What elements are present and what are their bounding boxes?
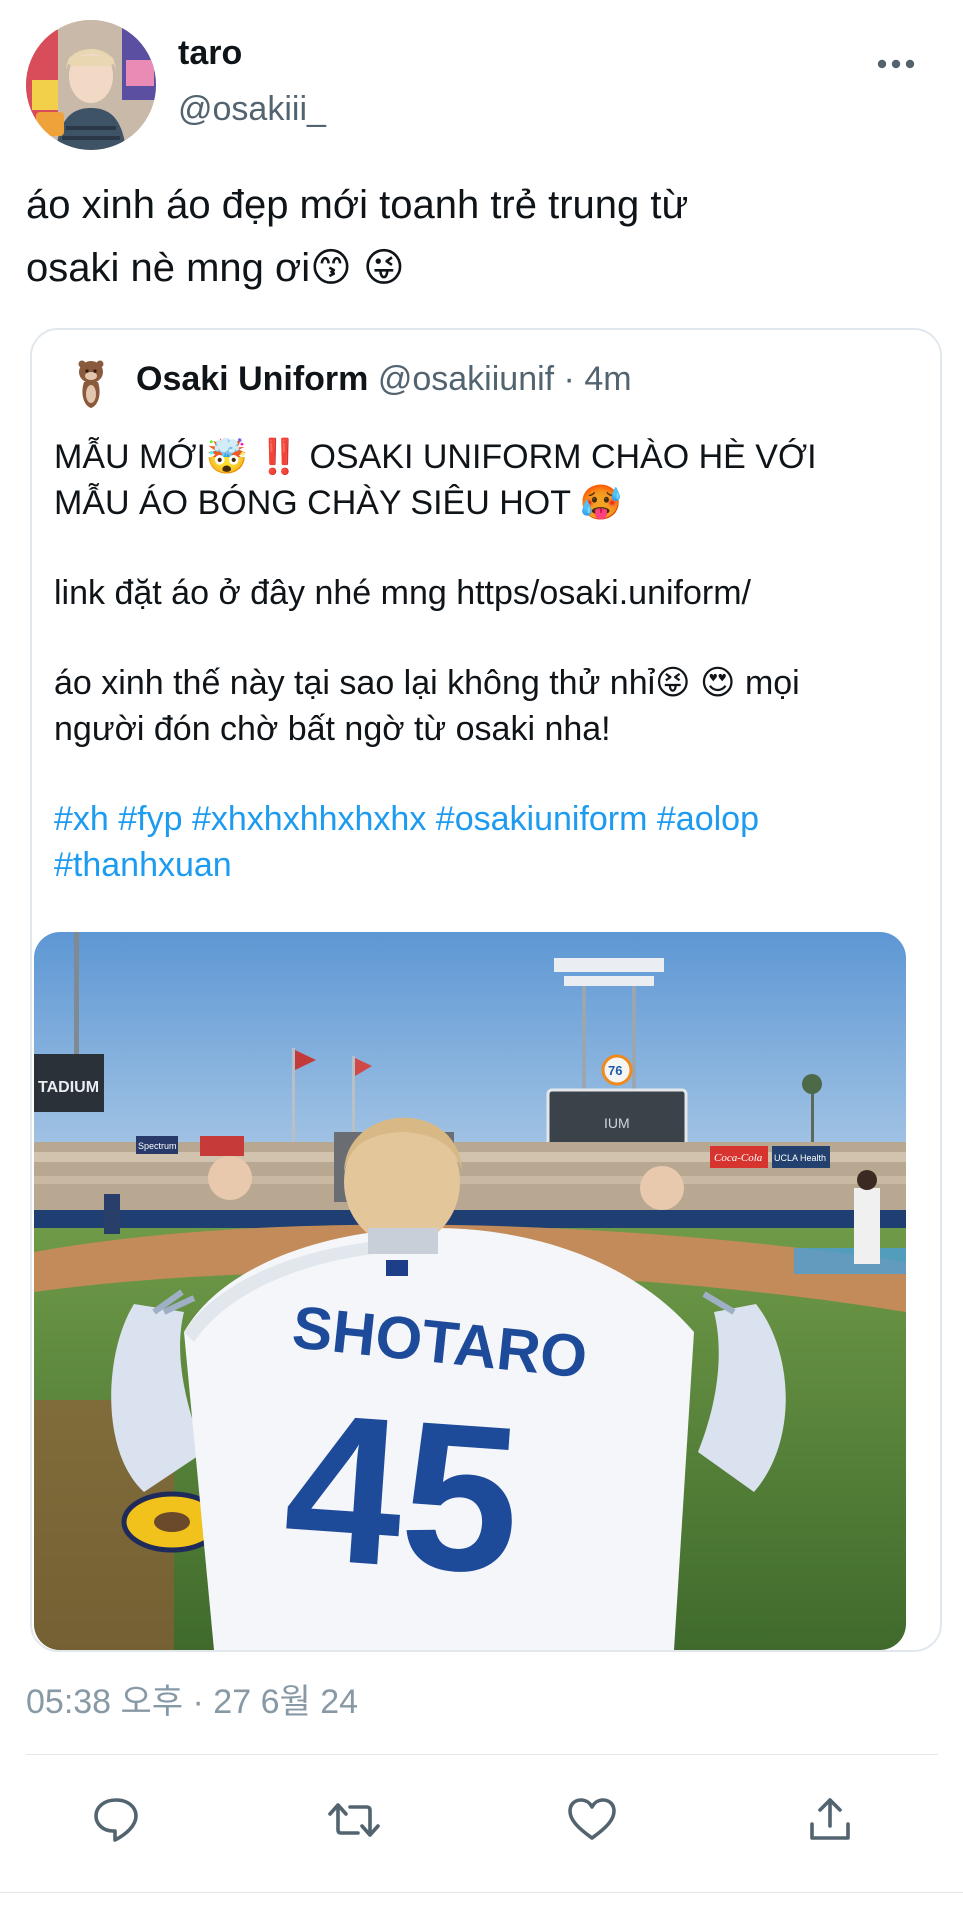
quoted-author-avatar[interactable] (62, 354, 120, 412)
quoted-line: áo xinh thế này tại sao lại không thử nh… (54, 664, 800, 702)
tweet-text-line: áo xinh áo đẹp mới toanh trẻ trung từ (26, 183, 689, 227)
reply-icon[interactable] (88, 1792, 144, 1848)
quoted-photo[interactable]: TADIUM IUM 76 Spectrum Coca-Cola UCLA He… (34, 932, 906, 1650)
quoted-display-name[interactable]: Osaki Uniform (136, 360, 368, 398)
quoted-paragraph: áo xinh thế này tại sao lại không thử nh… (54, 660, 924, 752)
avatar-image (26, 20, 156, 150)
retweet-icon[interactable] (326, 1792, 382, 1848)
board-coca-cola-text: Coca-Cola (714, 1152, 763, 1164)
tweet-text: áo xinh áo đẹp mới toanh trẻ trung từ os… (26, 174, 926, 300)
meta-separator: · (554, 360, 585, 398)
tweet-timestamp[interactable]: 05:38 오후 · 27 6월 24 (26, 1674, 358, 1723)
more-icon[interactable] (872, 46, 920, 82)
stadium-photo: TADIUM IUM 76 Spectrum Coca-Cola UCLA He… (34, 932, 906, 1650)
action-bar (0, 1770, 963, 1870)
quoted-text: MẪU MỚI🤯 ‼️ OSAKI UNIFORM CHÀO HÈ VỚI MẪ… (54, 434, 924, 932)
hashtags: #xh #fyp #xhxhxhhxhxhx #osakiuniform #ao… (54, 796, 924, 888)
quoted-time[interactable]: 4m (584, 360, 631, 398)
tweet-text-line: osaki nè mng ơi😙 😜 (26, 246, 405, 290)
otter-logo-icon (62, 354, 120, 412)
quoted-paragraph: MẪU MỚI🤯 ‼️ OSAKI UNIFORM CHÀO HÈ VỚI MẪ… (54, 434, 924, 526)
hashtag-link[interactable]: #xh #fyp #xhxhxhhxhxhx #osakiuniform #ao… (54, 800, 759, 838)
author-handle[interactable]: @osakiii_ (178, 90, 326, 129)
scoreboard-text: IUM (604, 1115, 630, 1131)
stadium-sign-text: TADIUM (38, 1079, 99, 1096)
quoted-link-line: link đặt áo ở đây nhé mng https/osaki.un… (54, 574, 751, 612)
board-health-text: UCLA Health (774, 1153, 826, 1163)
badge-76-text: 76 (608, 1063, 622, 1078)
quoted-paragraph: link đặt áo ở đây nhé mng https/osaki.un… (54, 570, 924, 616)
quoted-tweet[interactable]: Osaki Uniform @osakiiunif · 4m MẪU MỚI🤯 … (30, 328, 942, 1652)
quoted-line: MẪU ÁO BÓNG CHÀY SIÊU HOT 🥵 (54, 484, 623, 522)
share-icon[interactable] (802, 1792, 858, 1848)
quoted-line: người đón chờ bất ngờ từ osaki nha! (54, 710, 611, 748)
tweet-header: taro @osakiii_ (0, 0, 963, 160)
board-spectrum-text: Spectrum (138, 1141, 177, 1151)
quoted-author-line: Osaki Uniform @osakiiunif · 4m (136, 360, 632, 399)
quoted-handle[interactable]: @osakiiunif (378, 360, 554, 398)
bottom-divider (0, 1892, 963, 1893)
author-display-name[interactable]: taro (178, 34, 242, 73)
divider (26, 1754, 938, 1755)
like-icon[interactable] (564, 1792, 620, 1848)
author-avatar[interactable] (26, 20, 156, 150)
quoted-line: MẪU MỚI🤯 ‼️ OSAKI UNIFORM CHÀO HÈ VỚI (54, 438, 817, 476)
jersey-number-text: 45 (278, 1368, 527, 1619)
hashtag-link[interactable]: #thanhxuan (54, 846, 232, 884)
